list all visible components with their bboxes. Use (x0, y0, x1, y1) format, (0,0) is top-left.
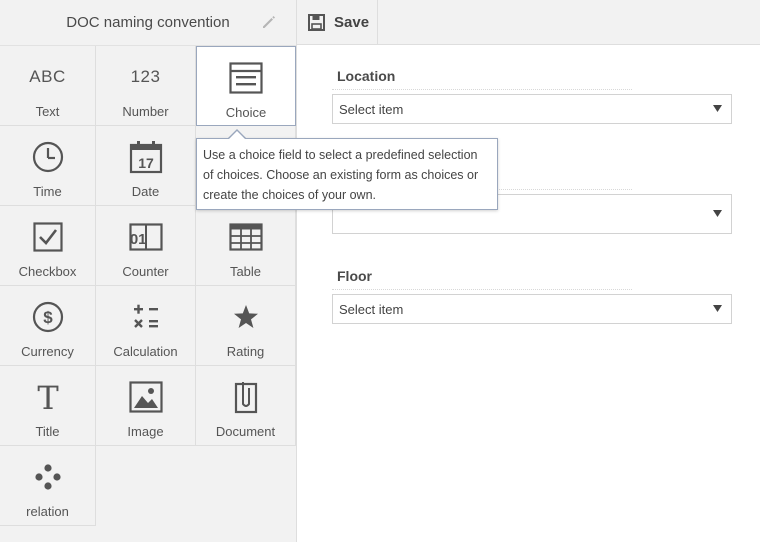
tile-document[interactable]: Document (196, 366, 296, 446)
document-icon (234, 382, 257, 414)
calendar-day: 17 (138, 155, 154, 171)
field-floor: Floor Select item (332, 268, 732, 324)
field-label: Floor (332, 268, 632, 290)
tile-label: relation (26, 504, 69, 519)
tile-title[interactable]: T Title (0, 366, 96, 446)
tile-choice[interactable]: Choice (196, 46, 296, 126)
table-icon (228, 223, 263, 251)
save-button[interactable]: Save (297, 0, 378, 44)
tile-text[interactable]: ABC Text (0, 46, 96, 126)
calculation-icon (133, 304, 158, 328)
star-icon (233, 305, 258, 328)
pencil-icon[interactable] (260, 13, 278, 31)
tile-time[interactable]: Time (0, 126, 96, 206)
counter-glyph: 01 (129, 231, 146, 248)
field-palette: DOC naming convention ABC Text 123 Numbe… (0, 0, 297, 542)
tile-label: Number (122, 104, 169, 119)
tile-label: Currency (21, 344, 74, 359)
location-select[interactable]: Select item (332, 94, 732, 124)
field-label: Location (332, 68, 632, 90)
select-value: Select item (339, 301, 404, 317)
image-icon (128, 381, 163, 413)
counter-icon: 01 (128, 223, 163, 251)
choice-icon (229, 62, 263, 94)
save-label: Save (334, 13, 370, 31)
toolbar: Save (297, 0, 760, 45)
relation-icon (34, 464, 61, 490)
tooltip-text: Use a choice field to select a predefine… (203, 148, 479, 202)
tile-label: Checkbox (18, 264, 77, 279)
caret-down-icon (713, 210, 722, 217)
tile-label: Choice (225, 105, 267, 120)
tile-image[interactable]: Image (96, 366, 196, 446)
tile-relation[interactable]: relation (0, 446, 96, 526)
number-icon: 123 (130, 67, 161, 86)
tile-counter[interactable]: 01 Counter (96, 206, 196, 286)
checkbox-icon (32, 222, 63, 252)
tile-label: Title (35, 424, 60, 439)
tile-label: Image (127, 424, 164, 439)
choice-tooltip: Use a choice field to select a predefine… (196, 138, 498, 210)
tile-number[interactable]: 123 Number (96, 46, 196, 126)
tooltip-arrow-inner (229, 131, 245, 139)
tile-label: Rating (226, 344, 265, 359)
tile-label: Counter (122, 264, 169, 279)
tile-label: Document (215, 424, 276, 439)
tile-label: Text (35, 104, 60, 119)
calendar-icon: 17 (129, 141, 162, 174)
caret-down-icon (713, 105, 722, 112)
text-icon: ABC (29, 67, 66, 86)
floppy-disk-icon (308, 13, 325, 31)
tile-label: Date (131, 184, 160, 199)
svg-text:$: $ (43, 308, 53, 327)
field-type-grid: ABC Text 123 Number Choice Time 17 Date … (0, 46, 296, 526)
tile-label: Time (33, 184, 62, 199)
palette-header: DOC naming convention (0, 0, 296, 46)
select-value: Select item (339, 101, 404, 117)
tile-calculation[interactable]: Calculation (96, 286, 196, 366)
currency-icon: $ (32, 301, 63, 333)
clock-icon (32, 141, 63, 173)
tile-table[interactable]: Table (196, 206, 296, 286)
tile-label: Table (229, 264, 262, 279)
tile-label: Calculation (113, 344, 178, 359)
tile-currency[interactable]: $ Currency (0, 286, 96, 366)
svg-text:T: T (37, 381, 59, 413)
tile-date[interactable]: 17 Date (96, 126, 196, 206)
tile-checkbox[interactable]: Checkbox (0, 206, 96, 286)
caret-down-icon (713, 305, 722, 312)
form-title: DOC naming convention (66, 14, 230, 31)
floor-select[interactable]: Select item (332, 294, 732, 324)
tile-rating[interactable]: Rating (196, 286, 296, 366)
field-location: Location Select item (332, 68, 732, 124)
title-icon: T (37, 381, 59, 413)
